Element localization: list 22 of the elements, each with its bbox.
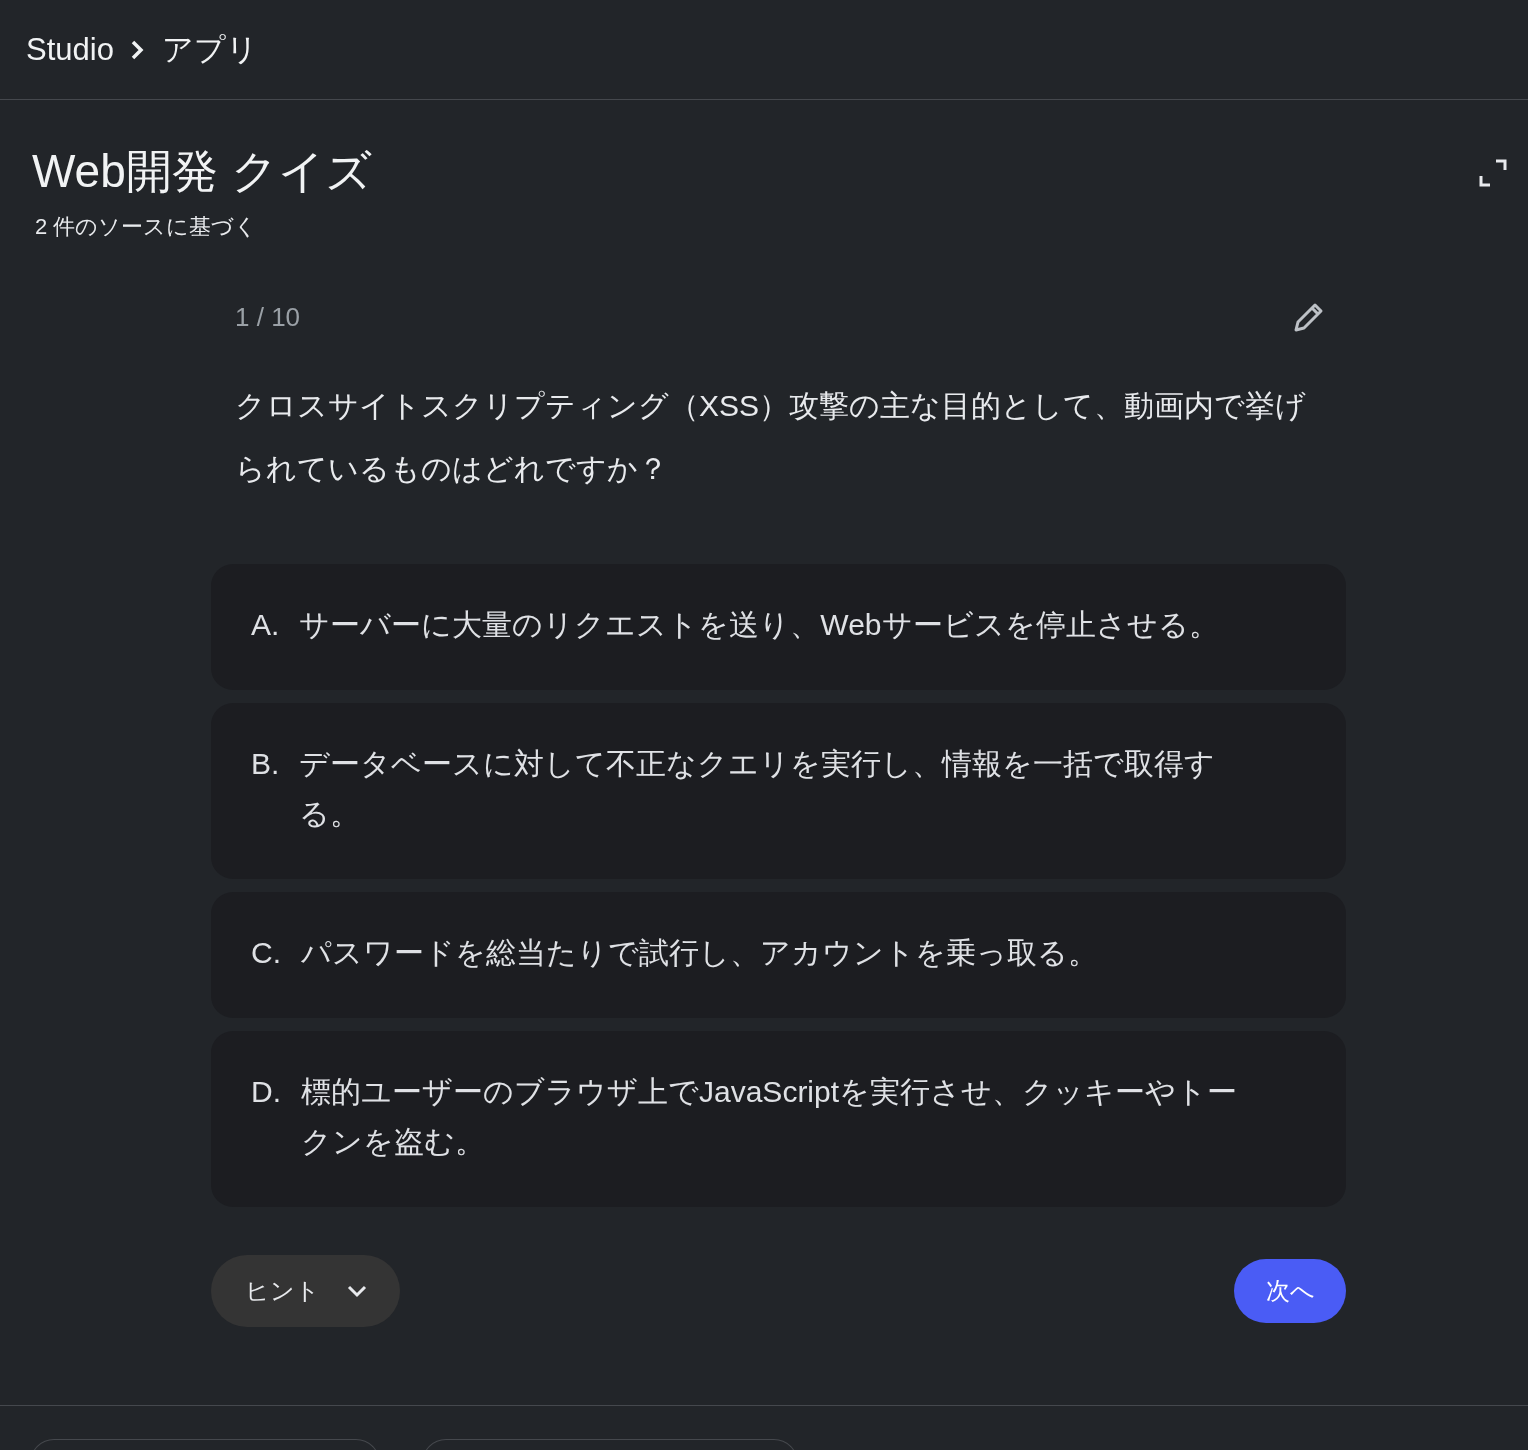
option-text: データベースに対して不正なクエリを実行し、情報を一括で取得する。: [299, 746, 1217, 832]
breadcrumb-current: アプリ: [161, 30, 258, 69]
question-counter: 1 / 10: [235, 301, 301, 333]
answer-option[interactable]: A. サーバーに大量のリクエストを送り、Webサービスを停止させる。: [211, 564, 1346, 690]
source-count: 2 件のソースに基づく: [34, 213, 259, 241]
next-button[interactable]: 次へ: [1234, 1259, 1346, 1323]
answer-option[interactable]: D. 標的ユーザーのブラウザ上でJavaScriptを実行させ、クッキーやトークンを盗む。: [211, 1031, 1346, 1207]
option-letter: B.: [251, 746, 280, 782]
answer-option[interactable]: B. データベースに対して不正なクエリを実行し、情報を一括で取得する。: [211, 703, 1346, 879]
option-text: 標的ユーザーのブラウザ上でJavaScriptを実行させ、クッキーやトークンを盗む。: [301, 1074, 1239, 1160]
question-text: クロスサイトスクリプティング（XSS）攻撃の主な目的として、動画内で挙げられているものはどれですか？: [234, 388, 1308, 487]
answer-option[interactable]: C. パスワードを総当たりで試行し、アカウントを乗っ取る。: [211, 892, 1346, 1018]
option-letter: C.: [251, 935, 281, 971]
option-text: パスワードを総当たりで試行し、アカウントを乗っ取る。: [301, 935, 1099, 971]
hint-button[interactable]: ヒント: [211, 1255, 400, 1327]
option-letter: A.: [251, 607, 280, 643]
chevron-down-icon: [346, 1284, 368, 1298]
quiz-title: Web開発 クイズ: [32, 144, 372, 198]
expand-icon[interactable]: [1478, 158, 1508, 188]
option-letter: D.: [251, 1074, 281, 1110]
option-text: サーバーに大量のリクエストを送り、Webサービスを停止させる。: [299, 607, 1220, 643]
breadcrumb-link[interactable]: Studio: [26, 31, 114, 68]
